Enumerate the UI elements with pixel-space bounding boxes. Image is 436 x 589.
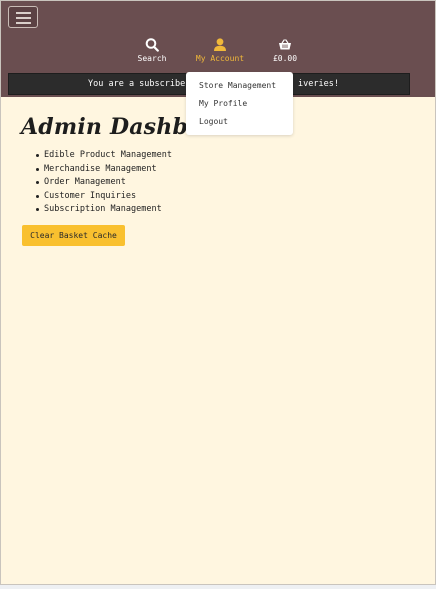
nav-search[interactable]: Search [117, 37, 187, 63]
menu-icon-bar [16, 22, 31, 24]
menu-item-my-profile[interactable]: My Profile [199, 99, 247, 108]
menu-icon-bar [16, 17, 31, 19]
admin-link-orders[interactable]: Order Management [36, 176, 172, 190]
browser-viewport: Search My Account £0.00 You are a subscr… [0, 0, 436, 585]
banner-text-right: iveries! [298, 79, 339, 89]
nav-search-label: Search [137, 54, 167, 63]
banner-text-left: You are a subscriber [88, 79, 191, 89]
admin-link-merchandise[interactable]: Merchandise Management [36, 163, 172, 177]
account-dropdown-menu: Store Management My Profile Logout [186, 72, 293, 135]
user-icon [214, 38, 226, 51]
admin-links-list: Edible Product Management Merchandise Ma… [36, 149, 172, 217]
admin-link-subscriptions[interactable]: Subscription Management [36, 203, 172, 217]
nav-my-account-label: My Account [195, 54, 245, 63]
nav-basket[interactable]: £0.00 [250, 37, 320, 63]
menu-item-logout[interactable]: Logout [199, 117, 228, 126]
admin-link-edible-products[interactable]: Edible Product Management [36, 149, 172, 163]
search-icon [145, 38, 159, 52]
menu-icon [16, 12, 31, 14]
clear-basket-cache-button[interactable]: Clear Basket Cache [22, 225, 125, 246]
menu-toggle-button[interactable] [8, 6, 38, 28]
menu-item-store-management[interactable]: Store Management [199, 81, 276, 90]
admin-link-customer-inquiries[interactable]: Customer Inquiries [36, 190, 172, 204]
basket-icon [279, 39, 291, 50]
nav-my-account[interactable]: My Account [185, 37, 255, 63]
nav-basket-total: £0.00 [272, 54, 298, 63]
